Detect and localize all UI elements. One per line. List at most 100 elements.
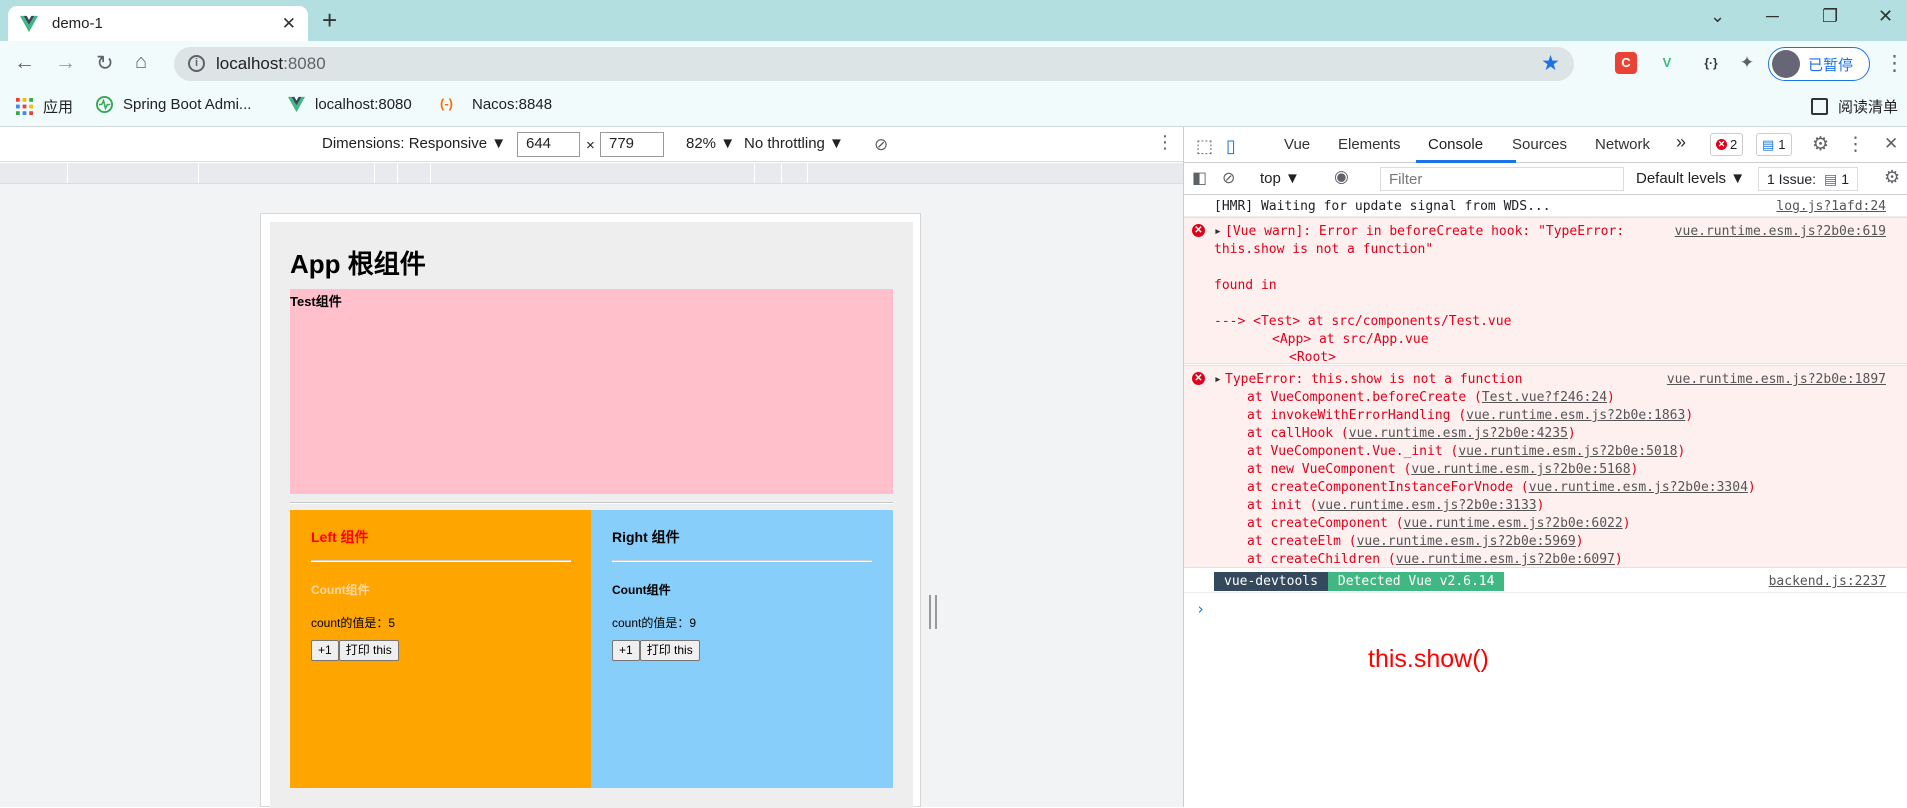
bookmark-localhost[interactable]: localhost:8080	[288, 96, 412, 113]
json-ext-icon[interactable]: {·}	[1696, 52, 1726, 74]
clear-console-icon[interactable]: ⊘	[1222, 168, 1235, 188]
source-link[interactable]: backend.js:2237	[1769, 574, 1886, 589]
back-icon[interactable]: ←	[14, 51, 35, 75]
forward-icon[interactable]: →	[55, 51, 76, 75]
bookmark-spring-boot-admin[interactable]: Spring Boot Admi...	[96, 96, 251, 113]
site-info-icon[interactable]: i	[188, 55, 205, 72]
increment-button[interactable]: +1	[612, 640, 640, 661]
errors-count: 2	[1730, 137, 1738, 152]
browser-tab[interactable]: demo-1 ✕	[8, 6, 308, 41]
stack-source-link[interactable]: vue.runtime.esm.js?2b0e:3304	[1529, 480, 1748, 495]
stack-paren: )	[1575, 534, 1584, 549]
stack-source-link[interactable]: vue.runtime.esm.js?2b0e:3133	[1317, 498, 1536, 513]
context-dropdown[interactable]: top ▼	[1260, 170, 1300, 187]
bookmark-nacos[interactable]: (-) Nacos:8848	[440, 96, 552, 113]
source-link[interactable]: log.js?1afd:24	[1776, 199, 1886, 214]
tab-network[interactable]: Network	[1595, 136, 1650, 153]
browser-menu-icon[interactable]: ⋮	[1884, 51, 1905, 76]
error-icon: ✕	[1192, 224, 1205, 237]
profile-label: 已暂停	[1808, 56, 1854, 74]
vue-devtools-icon[interactable]: V	[1656, 52, 1678, 74]
more-tabs-icon[interactable]: »	[1676, 132, 1686, 153]
stack-source-link[interactable]: vue.runtime.esm.js?2b0e:1863	[1466, 408, 1685, 423]
count-value-text: count的值是：9	[612, 616, 697, 630]
app-title: App 根组件	[290, 249, 426, 279]
address-bar[interactable]: i localhost:8080 ★	[174, 47, 1574, 81]
increment-button[interactable]: +1	[311, 640, 339, 661]
console-message: vue-devtools Detected Vue v2.6.14 backend…	[1184, 569, 1907, 593]
expand-triangle-icon[interactable]: ▸	[1214, 372, 1222, 387]
profile-button[interactable]: 已暂停	[1768, 47, 1870, 81]
tab-search-icon[interactable]: ⌄	[1710, 6, 1725, 27]
c-ext-icon[interactable]: C	[1615, 52, 1637, 74]
maximize-button[interactable]: ❐	[1822, 6, 1838, 27]
close-devtools-icon[interactable]: ✕	[1884, 134, 1898, 154]
sidebar-toggle-icon[interactable]: ◧	[1192, 168, 1207, 188]
tab-close-icon[interactable]: ✕	[282, 14, 296, 34]
width-input[interactable]: 644	[517, 132, 580, 157]
zoom-dropdown[interactable]: 82% ▼	[686, 135, 735, 152]
home-icon[interactable]: ⌂	[135, 51, 147, 74]
tab-sources[interactable]: Sources	[1512, 136, 1567, 153]
message-icon: ▤	[1762, 136, 1775, 152]
stack-function: at init (	[1247, 498, 1318, 513]
stack-source-link[interactable]: vue.runtime.esm.js?2b0e:5969	[1357, 534, 1576, 549]
console-prompt[interactable]: ›	[1196, 600, 1205, 618]
reading-list[interactable]: 阅读清单	[1811, 96, 1898, 117]
bookmark-star-icon[interactable]: ★	[1541, 51, 1560, 76]
bookmark-apps[interactable]: 应用	[16, 96, 73, 117]
messages-badge[interactable]: ▤ 1	[1756, 133, 1792, 156]
device-toggle-icon[interactable]: ▯	[1226, 136, 1236, 157]
devtools-menu-icon[interactable]: ⋮	[1846, 133, 1865, 156]
source-link[interactable]: vue.runtime.esm.js?2b0e:1897	[1667, 372, 1886, 387]
stack-source-link[interactable]: vue.runtime.esm.js?2b0e:5168	[1411, 462, 1630, 477]
puzzle-icon[interactable]: ✦	[1736, 52, 1758, 74]
print-this-button[interactable]: 打印 this	[639, 640, 700, 661]
filter-input[interactable]: Filter	[1380, 167, 1624, 191]
tab-console[interactable]: Console	[1428, 136, 1483, 153]
eye-icon[interactable]: ◉	[1334, 167, 1349, 187]
gear-icon[interactable]: ⚙	[1812, 133, 1829, 156]
error-icon: ✕	[1192, 372, 1205, 385]
errors-badge[interactable]: ✕ 2	[1710, 133, 1744, 156]
stack-source-link[interactable]: vue.runtime.esm.js?2b0e:6097	[1396, 552, 1615, 567]
viewport-resize-handle[interactable]	[929, 595, 937, 629]
stack-function: at createComponentInstanceForVnode (	[1247, 480, 1529, 495]
message-text: <App> at src/App.vue	[1272, 332, 1429, 347]
stack-function: at VueComponent.beforeCreate (	[1247, 390, 1482, 405]
device-menu-icon[interactable]: ⋮	[1156, 132, 1174, 153]
minimize-button[interactable]: ─	[1766, 6, 1779, 27]
console-error: ✕ ▸ [Vue warn]: Error in beforeCreate ho…	[1184, 217, 1907, 365]
print-this-button[interactable]: 打印 this	[338, 640, 399, 661]
issues-button[interactable]: 1 Issue: ▤ 1	[1758, 167, 1859, 191]
console-error: ✕ ▸ TypeError: this.show is not a functi…	[1184, 365, 1907, 568]
stack-source-link[interactable]: vue.runtime.esm.js?2b0e:5018	[1458, 444, 1677, 459]
levels-dropdown[interactable]: Default levels ▼	[1636, 170, 1745, 187]
reload-icon[interactable]: ↻	[96, 51, 114, 76]
tab-elements[interactable]: Elements	[1338, 136, 1401, 153]
detected-version-tag: Detected Vue v2.6.14	[1327, 572, 1505, 591]
issues-label: 1 Issue:	[1767, 171, 1817, 187]
stack-source-link[interactable]: vue.runtime.esm.js?2b0e:6022	[1404, 516, 1623, 531]
throttling-dropdown[interactable]: No throttling ▼	[744, 135, 844, 152]
height-input[interactable]: 779	[600, 132, 664, 157]
button-row: +1 打印 this	[612, 640, 700, 661]
console-toolbar: ◧ ⊘ top ▼ ◉ Filter Default levels ▼ 1 Is…	[1184, 163, 1907, 195]
message-text: this.show is not a function"	[1214, 242, 1434, 257]
source-link[interactable]: vue.runtime.esm.js?2b0e:619	[1675, 224, 1886, 239]
close-window-button[interactable]: ✕	[1878, 6, 1893, 27]
url-text: localhost:8080	[216, 54, 326, 73]
emulated-viewport-area: App 根组件 Test组件 Left 组件 Count组件 count的值是：…	[0, 184, 1183, 808]
stack-source-link[interactable]: vue.runtime.esm.js?2b0e:4235	[1349, 426, 1568, 441]
console-settings-icon[interactable]: ⚙	[1884, 167, 1900, 188]
stack-source-link[interactable]: Test.vue?f246:24	[1482, 390, 1607, 405]
dimensions-dropdown[interactable]: Dimensions: Responsive ▼	[322, 135, 506, 152]
bookmark-label: Nacos:8848	[472, 96, 553, 113]
rotate-icon[interactable]: ⊘	[874, 135, 888, 155]
inspect-element-icon[interactable]: ⬚	[1196, 136, 1213, 157]
new-tab-button[interactable]: +	[322, 6, 337, 34]
bookmark-label: Spring Boot Admi...	[123, 96, 252, 113]
test-component-label: Test组件	[290, 294, 342, 309]
tab-vue[interactable]: Vue	[1284, 136, 1310, 153]
expand-triangle-icon[interactable]: ▸	[1214, 224, 1222, 239]
